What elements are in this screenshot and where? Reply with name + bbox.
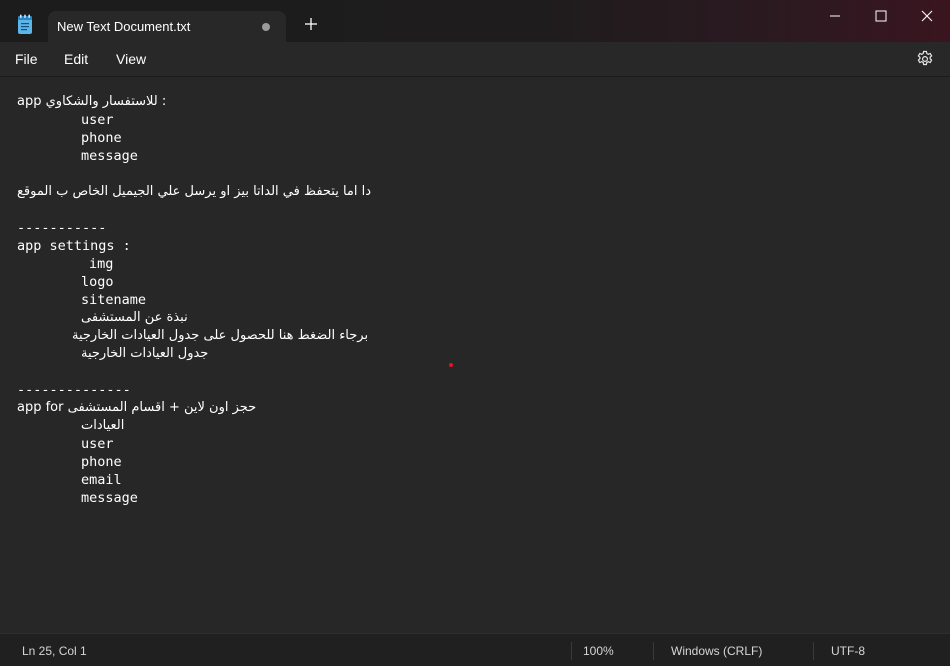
editor-line: العيادات — [81, 418, 125, 433]
editor-line: message — [81, 490, 138, 506]
editor-line: message — [81, 148, 138, 164]
editor-line: logo — [81, 274, 114, 290]
editor-line: phone — [81, 454, 122, 470]
menu-file[interactable]: File — [15, 51, 38, 67]
editor-line: دا اما يتحفظ في الداتا بيز او يرسل علي ا… — [17, 184, 372, 199]
editor-line: جدول العيادات الخارجية — [81, 346, 209, 361]
editor-line: user — [81, 112, 114, 128]
cursor-marker-dot — [449, 363, 453, 367]
status-divider — [653, 642, 654, 660]
tab-document[interactable]: New Text Document.txt — [48, 11, 286, 42]
minimize-icon — [830, 15, 840, 17]
notepad-icon — [18, 14, 32, 34]
editor-line: sitename — [81, 292, 147, 308]
editor-line: -------------- — [17, 382, 131, 398]
editor-line: img — [89, 256, 114, 272]
status-line-ending[interactable]: Windows (CRLF) — [671, 644, 762, 658]
status-encoding[interactable]: UTF-8 — [831, 644, 865, 658]
minimize-button[interactable] — [812, 0, 858, 32]
status-divider — [571, 642, 572, 660]
text-editor[interactable]: app للاستفسار والشكاوي : user phone mess… — [0, 77, 950, 632]
gear-icon[interactable] — [916, 50, 934, 68]
unsaved-dot-icon[interactable] — [262, 23, 270, 31]
tab-title: New Text Document.txt — [57, 19, 191, 34]
editor-line: app للاستفسار والشكاوي : — [17, 94, 167, 109]
editor-line: app settings : — [17, 238, 131, 254]
close-icon — [921, 10, 933, 22]
editor-line: user — [81, 436, 114, 452]
close-button[interactable] — [904, 0, 950, 32]
title-bar: New Text Document.txt — [0, 0, 950, 42]
menu-edit[interactable]: Edit — [64, 51, 88, 67]
status-zoom[interactable]: 100% — [583, 644, 614, 658]
editor-line: email — [81, 472, 122, 488]
editor-line: برجاء الضغط هنا للحصول على جدول العيادات… — [72, 328, 369, 343]
notepad-window: New Text Document.txt File Edit View app… — [0, 0, 950, 666]
status-divider — [813, 642, 814, 660]
editor-line: ----------- — [17, 220, 107, 236]
plus-icon[interactable] — [302, 15, 320, 33]
editor-line: نبذة عن المستشفى — [81, 310, 188, 325]
editor-line: phone — [81, 130, 122, 146]
editor-line: app for حجز اون لاين + اقسام المستشفى — [17, 400, 257, 415]
status-bar: Ln 25, Col 1 100% Windows (CRLF) UTF-8 — [0, 633, 950, 666]
menu-view[interactable]: View — [116, 51, 146, 67]
status-position[interactable]: Ln 25, Col 1 — [22, 644, 87, 658]
maximize-icon — [875, 10, 887, 22]
maximize-button[interactable] — [858, 0, 904, 32]
menu-bar: File Edit View — [0, 42, 950, 77]
